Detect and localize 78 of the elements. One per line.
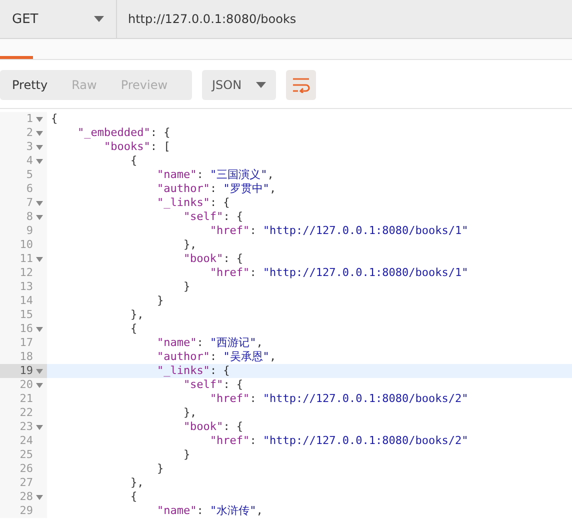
fold-caret-icon[interactable] — [36, 116, 43, 122]
wrap-lines-button[interactable] — [286, 70, 316, 100]
fold-caret-icon[interactable] — [36, 424, 43, 430]
code-line: "_embedded": { — [76, 126, 170, 140]
fold-caret-icon[interactable] — [36, 158, 43, 164]
code-line: "book": { — [182, 420, 244, 434]
code-line: }, — [182, 406, 197, 420]
view-tab[interactable]: Pretty — [0, 70, 60, 100]
line-number: 15 — [20, 308, 33, 322]
line-number: 14 — [20, 294, 33, 308]
code-line: } — [156, 294, 164, 308]
line-number: 19 — [20, 364, 33, 378]
code-line: "name": "三国演义", — [156, 168, 274, 182]
code-line: { — [129, 322, 138, 336]
line-number: 10 — [20, 238, 33, 252]
code-line: }, — [129, 308, 144, 322]
caret-icon — [94, 16, 104, 22]
active-tab-indicator — [0, 56, 33, 59]
code-line: "self": { — [182, 378, 244, 392]
code-line: { — [50, 112, 58, 126]
code-line: "books": [ — [102, 140, 170, 154]
line-number: 7 — [26, 196, 33, 210]
code-line: }, — [129, 476, 144, 490]
url-field[interactable]: http://127.0.0.1:8080/books — [117, 12, 296, 26]
code-line: "href": "http://127.0.0.1:8080/books/2" — [208, 434, 468, 448]
line-number: 29 — [20, 504, 33, 518]
code-line: "href": "http://127.0.0.1:8080/books/2" — [208, 392, 468, 406]
line-number: 11 — [20, 252, 33, 266]
line-number: 24 — [20, 434, 33, 448]
fold-caret-icon[interactable] — [36, 494, 43, 500]
line-number: 2 — [26, 126, 33, 140]
line-number: 27 — [20, 476, 33, 490]
line-number: 18 — [20, 350, 33, 364]
caret-icon — [256, 82, 266, 88]
code-line: "name": "水浒传", — [156, 504, 263, 518]
code-line: "author": "吴承恩", — [156, 350, 276, 364]
code-line: "_links": { — [156, 196, 230, 210]
line-number: 6 — [26, 182, 33, 196]
code-line: "author": "罗贯中", — [156, 182, 276, 196]
line-number: 1 — [26, 112, 33, 126]
line-number: 5 — [26, 168, 33, 182]
code-line: } — [182, 280, 190, 294]
fold-caret-icon[interactable] — [36, 326, 43, 332]
line-number: 22 — [20, 406, 33, 420]
fold-caret-icon[interactable] — [36, 130, 43, 136]
code-line: "_links": { — [156, 364, 230, 378]
line-number: 12 — [20, 266, 33, 280]
line-number: 13 — [20, 280, 33, 294]
line-number: 16 — [20, 322, 33, 336]
format-dropdown[interactable]: JSON — [202, 70, 276, 100]
line-number: 28 — [20, 490, 33, 504]
code-line: } — [182, 448, 190, 462]
code-line: "book": { — [182, 252, 244, 266]
code-line: { — [129, 490, 138, 504]
fold-caret-icon[interactable] — [36, 256, 43, 262]
code-line: "name": "西游记", — [156, 336, 263, 350]
line-number: 9 — [26, 224, 33, 238]
fold-caret-icon[interactable] — [36, 214, 43, 220]
wrap-lines-icon — [292, 77, 310, 93]
line-number: 23 — [20, 420, 33, 434]
line-number: 20 — [20, 378, 33, 392]
fold-caret-icon[interactable] — [36, 382, 43, 388]
fold-caret-icon[interactable] — [36, 368, 43, 374]
line-number: 3 — [26, 140, 33, 154]
line-number: 21 — [20, 392, 33, 406]
line-number: 8 — [26, 210, 33, 224]
line-number: 26 — [20, 462, 33, 476]
fold-caret-icon[interactable] — [36, 200, 43, 206]
code-line: "href": "http://127.0.0.1:8080/books/1" — [208, 224, 468, 238]
code-line: { — [129, 154, 138, 168]
code-line: "href": "http://127.0.0.1:8080/books/1" — [208, 266, 468, 280]
code-line: "self": { — [182, 210, 244, 224]
line-number: 17 — [20, 336, 33, 350]
line-number: 25 — [20, 448, 33, 462]
line-number: 4 — [26, 154, 33, 168]
code-line: } — [156, 462, 164, 476]
fold-caret-icon[interactable] — [36, 144, 43, 150]
code-line: }, — [182, 238, 197, 252]
